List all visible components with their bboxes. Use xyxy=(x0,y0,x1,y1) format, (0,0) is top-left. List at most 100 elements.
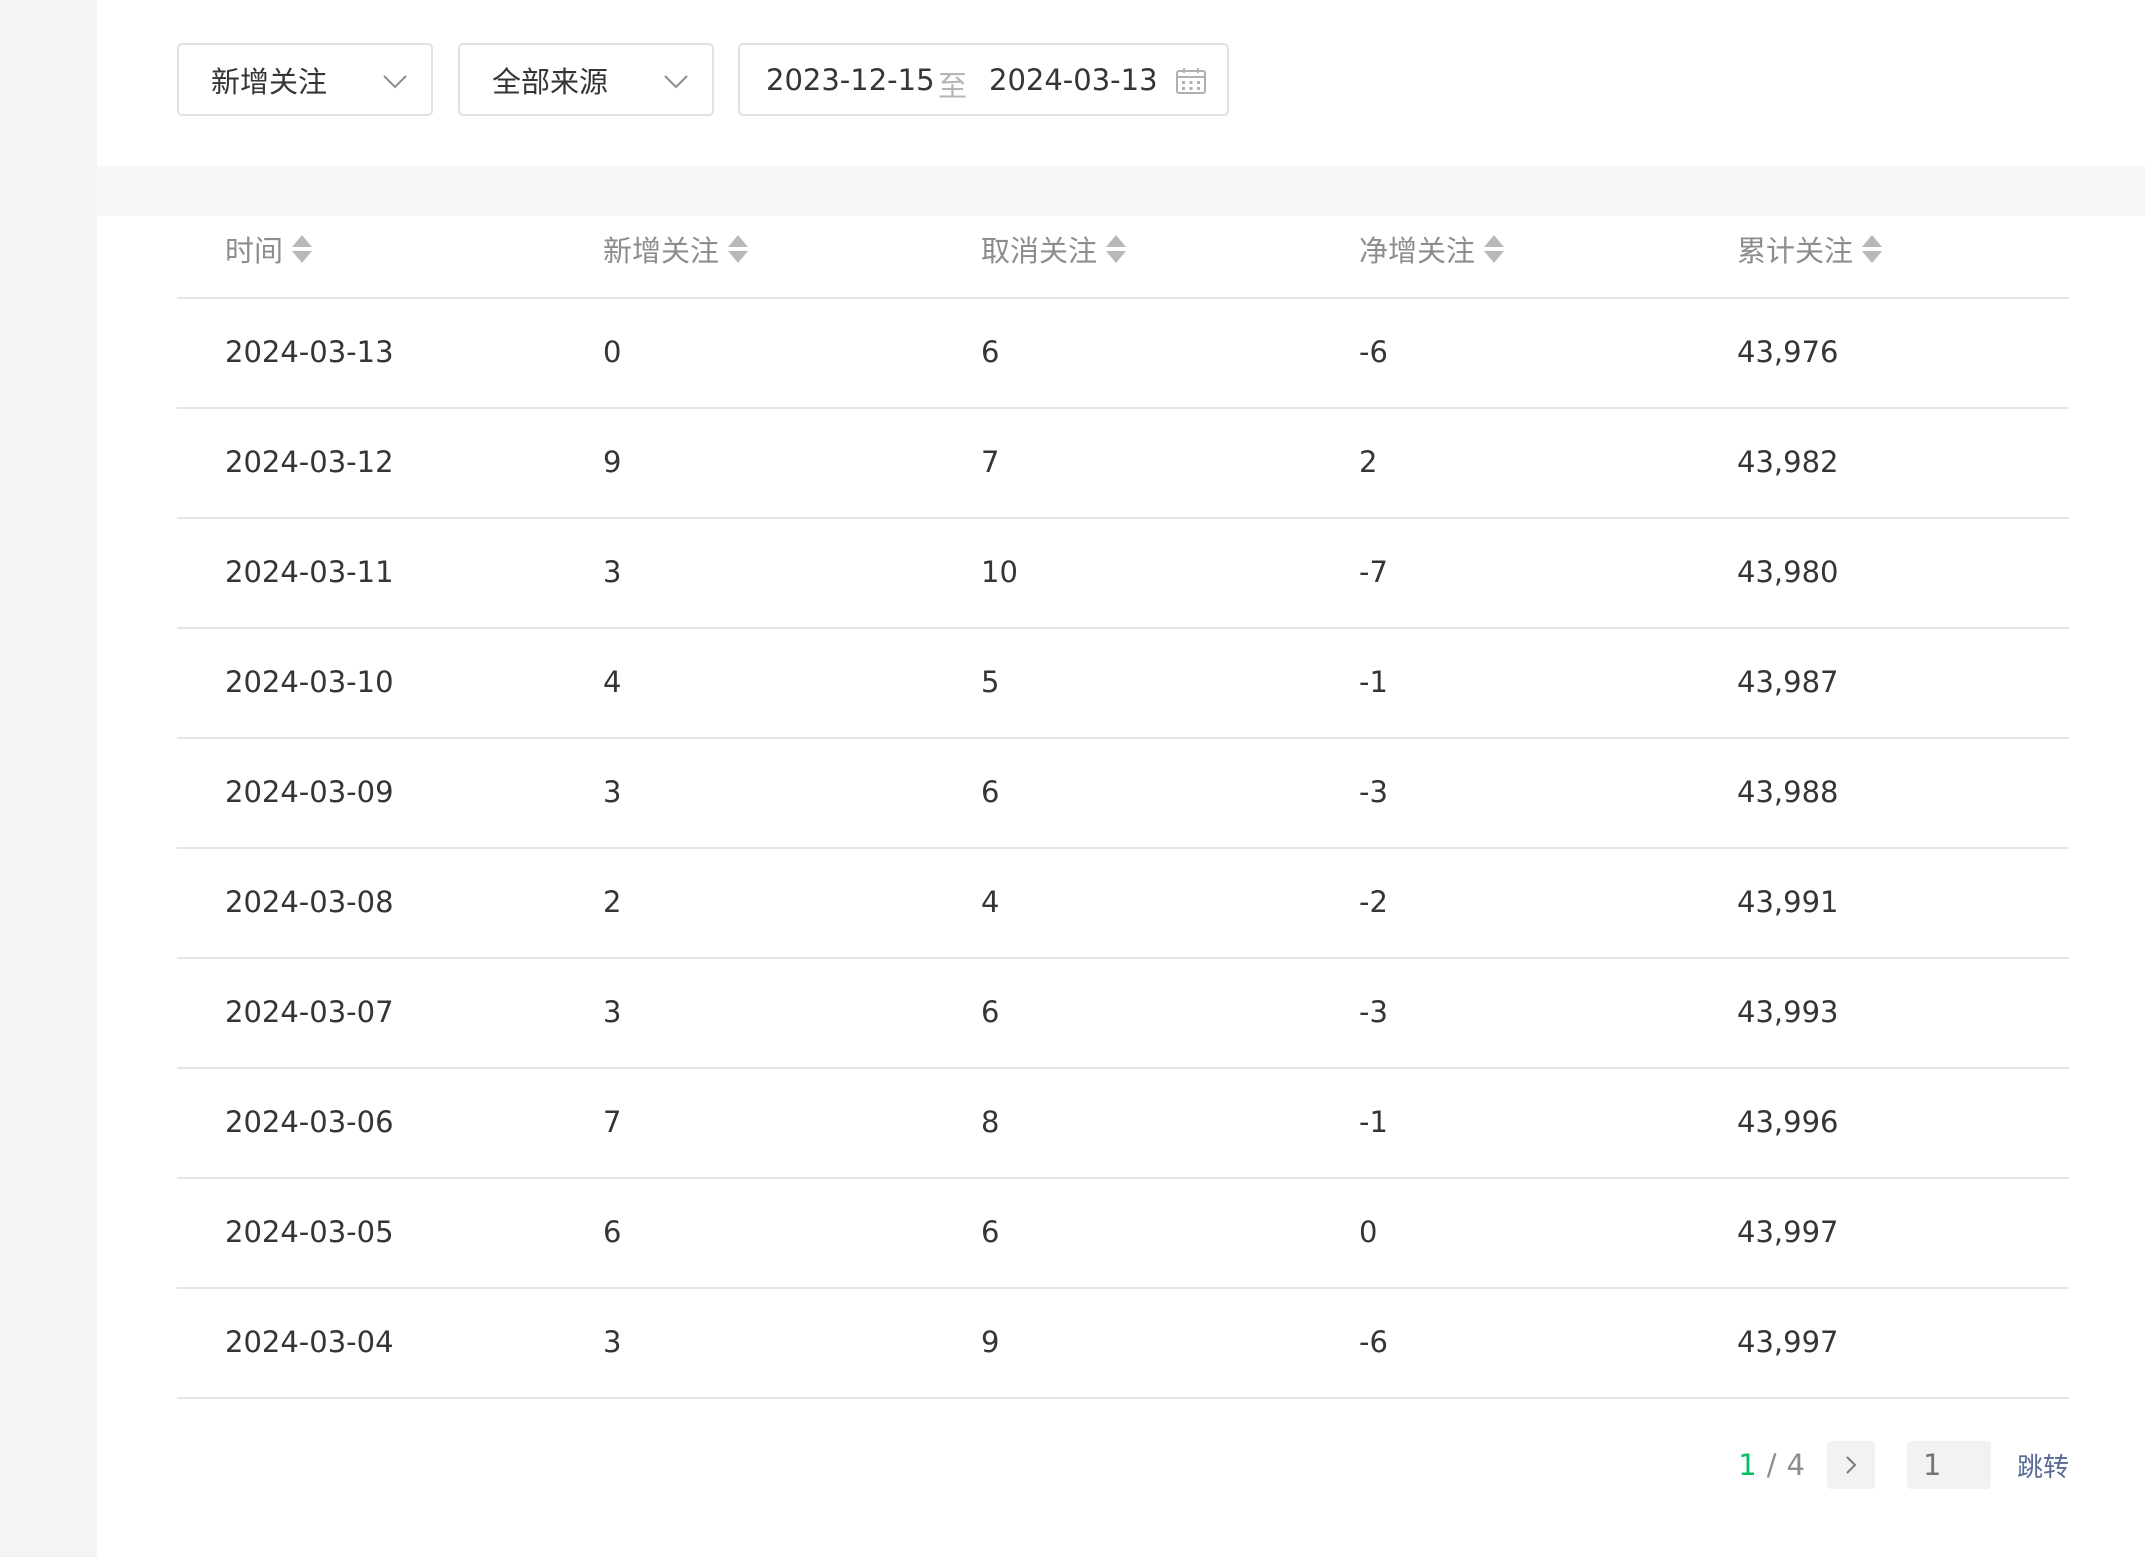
sort-icon xyxy=(1483,232,1505,266)
header-label: 累计关注 xyxy=(1737,234,1854,268)
cell-new: 0 xyxy=(603,335,622,369)
page-separator: / xyxy=(1766,1448,1777,1482)
table-row: 2024-03-09 3 6 -3 43,988 xyxy=(177,739,2069,849)
metric-select[interactable]: 新增关注 xyxy=(177,43,433,116)
cell-total: 43,980 xyxy=(1737,555,1839,589)
header-net-follows[interactable]: 净增关注 xyxy=(1359,228,1505,270)
date-range-picker[interactable]: 2023-12-15 至 2024-03-13 xyxy=(738,43,1229,116)
header-total-follows[interactable]: 累计关注 xyxy=(1737,228,1883,270)
main-panel: 新增关注 全部来源 2023-12-15 至 2024-03-13 时间 新增关… xyxy=(97,0,2145,1557)
cell-new: 3 xyxy=(603,995,622,1029)
cell-total: 43,988 xyxy=(1737,775,1839,809)
cell-total: 43,991 xyxy=(1737,885,1839,919)
filter-bar: 新增关注 全部来源 2023-12-15 至 2024-03-13 xyxy=(97,0,2145,166)
cell-total: 43,976 xyxy=(1737,335,1839,369)
cell-unfollow: 7 xyxy=(981,445,1000,479)
cell-new: 4 xyxy=(603,665,622,699)
chevron-right-icon xyxy=(1846,1456,1857,1474)
table-row: 2024-03-10 4 5 -1 43,987 xyxy=(177,629,2069,739)
source-select[interactable]: 全部来源 xyxy=(458,43,714,116)
cell-new: 9 xyxy=(603,445,622,479)
table-row: 2024-03-12 9 7 2 43,982 xyxy=(177,409,2069,519)
date-range-separator: 至 xyxy=(938,69,968,103)
calendar-icon[interactable] xyxy=(1175,67,1207,95)
cell-new: 3 xyxy=(603,775,622,809)
cell-new: 6 xyxy=(603,1215,622,1249)
chevron-down-icon xyxy=(664,75,688,89)
cell-unfollow: 6 xyxy=(981,1215,1000,1249)
cell-date: 2024-03-09 xyxy=(225,775,394,809)
cell-unfollow: 6 xyxy=(981,775,1000,809)
source-select-label: 全部来源 xyxy=(492,64,609,99)
cell-unfollow: 5 xyxy=(981,665,1000,699)
sort-icon xyxy=(1105,232,1127,266)
next-page-button[interactable] xyxy=(1826,1441,1875,1489)
cell-unfollow: 9 xyxy=(981,1325,1000,1359)
date-range-end[interactable]: 2024-03-13 xyxy=(989,63,1158,97)
cell-total: 43,993 xyxy=(1737,995,1839,1029)
sort-icon xyxy=(727,232,749,266)
header-label: 取消关注 xyxy=(981,234,1098,268)
page-jump-input[interactable] xyxy=(1906,1441,1991,1489)
cell-net: 0 xyxy=(1359,1215,1378,1249)
cell-date: 2024-03-08 xyxy=(225,885,394,919)
table-row: 2024-03-05 6 6 0 43,997 xyxy=(177,1179,2069,1289)
cell-net: 2 xyxy=(1359,445,1378,479)
header-time[interactable]: 时间 xyxy=(225,228,313,270)
cell-unfollow: 4 xyxy=(981,885,1000,919)
cell-total: 43,997 xyxy=(1737,1325,1839,1359)
cell-date: 2024-03-13 xyxy=(225,335,394,369)
table-row: 2024-03-11 3 10 -7 43,980 xyxy=(177,519,2069,629)
table-row: 2024-03-06 7 8 -1 43,996 xyxy=(177,1069,2069,1179)
table-row: 2024-03-13 0 6 -6 43,976 xyxy=(177,299,2069,409)
cell-unfollow: 6 xyxy=(981,335,1000,369)
chevron-down-icon xyxy=(383,75,407,89)
cell-total: 43,987 xyxy=(1737,665,1839,699)
cell-total: 43,997 xyxy=(1737,1215,1839,1249)
cell-net: -2 xyxy=(1359,885,1388,919)
header-new-follows[interactable]: 新增关注 xyxy=(603,228,749,270)
table-row: 2024-03-04 3 9 -6 43,997 xyxy=(177,1289,2069,1399)
table-row: 2024-03-08 2 4 -2 43,991 xyxy=(177,849,2069,959)
left-gutter xyxy=(0,0,97,1557)
cell-date: 2024-03-04 xyxy=(225,1325,394,1359)
header-label: 净增关注 xyxy=(1359,234,1476,268)
header-label: 新增关注 xyxy=(603,234,720,268)
cell-net: -7 xyxy=(1359,555,1388,589)
cell-date: 2024-03-06 xyxy=(225,1105,394,1139)
cell-date: 2024-03-11 xyxy=(225,555,394,589)
cell-net: -6 xyxy=(1359,335,1388,369)
pagination: 1 / 4 跳转 xyxy=(1738,1440,2069,1490)
sort-icon xyxy=(291,232,313,266)
date-range-start[interactable]: 2023-12-15 xyxy=(766,63,935,97)
cell-new: 2 xyxy=(603,885,622,919)
cell-unfollow: 6 xyxy=(981,995,1000,1029)
metric-select-label: 新增关注 xyxy=(211,64,328,99)
cell-total: 43,996 xyxy=(1737,1105,1839,1139)
header-label: 时间 xyxy=(225,234,284,268)
cell-net: -3 xyxy=(1359,995,1388,1029)
sort-icon xyxy=(1861,232,1883,266)
cell-unfollow: 10 xyxy=(981,555,1018,589)
header-unfollows[interactable]: 取消关注 xyxy=(981,228,1127,270)
section-divider xyxy=(97,166,2145,216)
page-jump-button[interactable]: 跳转 xyxy=(2017,1447,2069,1484)
cell-date: 2024-03-10 xyxy=(225,665,394,699)
cell-new: 3 xyxy=(603,1325,622,1359)
cell-total: 43,982 xyxy=(1737,445,1839,479)
cell-date: 2024-03-05 xyxy=(225,1215,394,1249)
table-header: 时间 新增关注 取消关注 净增关注 累计关注 xyxy=(177,216,2069,299)
cell-unfollow: 8 xyxy=(981,1105,1000,1139)
cell-net: -1 xyxy=(1359,665,1388,699)
table-row: 2024-03-07 3 6 -3 43,993 xyxy=(177,959,2069,1069)
cell-net: -6 xyxy=(1359,1325,1388,1359)
cell-date: 2024-03-07 xyxy=(225,995,394,1029)
cell-net: -1 xyxy=(1359,1105,1388,1139)
followers-table: 时间 新增关注 取消关注 净增关注 累计关注 2024-03-13 0 6 -6 43,… xyxy=(177,216,2069,1399)
cell-net: -3 xyxy=(1359,775,1388,809)
cell-new: 3 xyxy=(603,555,622,589)
page-total: 4 xyxy=(1786,1448,1805,1482)
page-current: 1 xyxy=(1738,1448,1757,1482)
cell-date: 2024-03-12 xyxy=(225,445,394,479)
cell-new: 7 xyxy=(603,1105,622,1139)
